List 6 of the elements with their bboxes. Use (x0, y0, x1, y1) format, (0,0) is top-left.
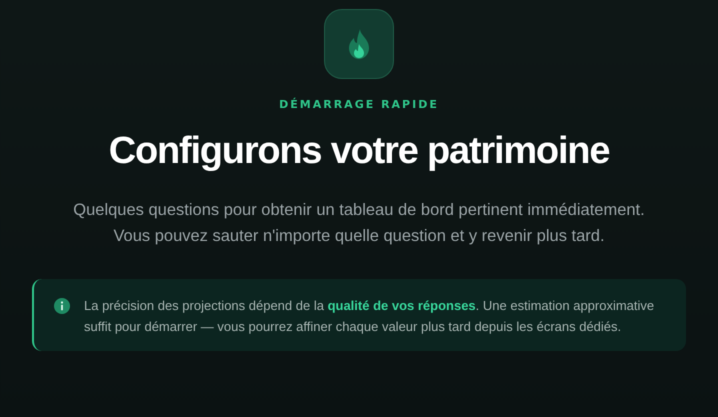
page-title: Configurons votre patrimoine (108, 129, 610, 174)
intro-text: Quelques questions pour obtenir un tableau de bord pertinent immédiatement. Vous pouvez sauter n'importe quelle question et y revenir plus tard. (72, 200, 646, 247)
info-text: La précision des projections dépend de la qualité de vos réponses. Une estimation approximative suffit pour démarrer — vous pourrez affiner chaque valeur plus tard depuis les écrans dédiés. (84, 297, 656, 336)
flame-icon (347, 29, 371, 59)
section-label: DÉMARRAGE RAPIDE (279, 98, 439, 111)
info-icon (54, 298, 70, 314)
